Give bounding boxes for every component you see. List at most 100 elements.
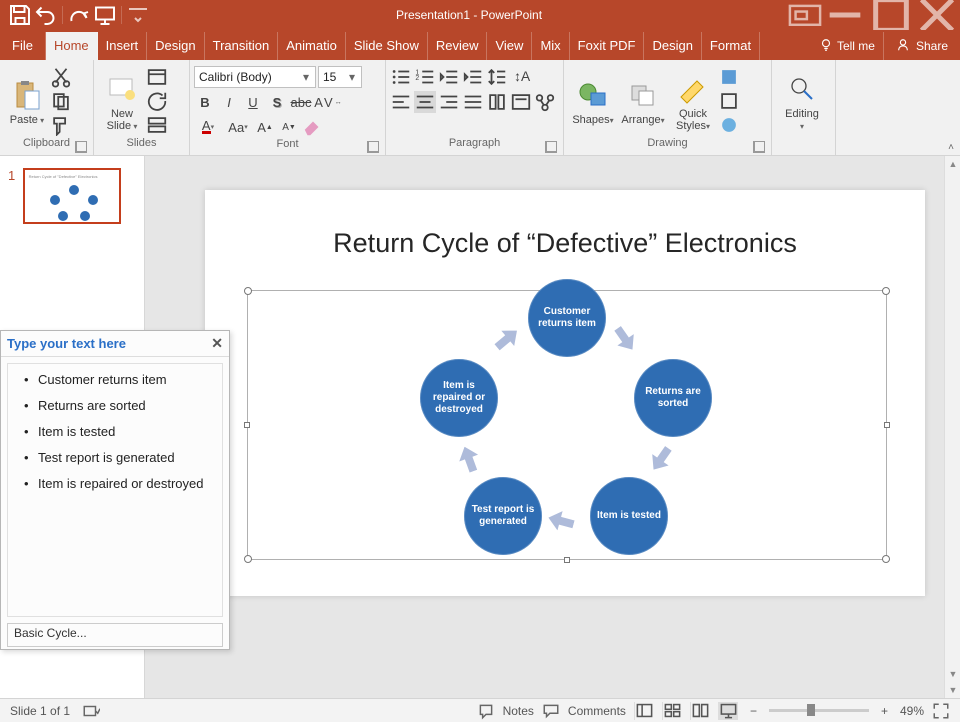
shape-effects-button[interactable] <box>718 114 740 136</box>
tab-mix[interactable]: Mix <box>532 32 569 60</box>
text-pane-item[interactable]: Returns are sorted <box>24 398 212 414</box>
scroll-down-icon[interactable]: ▼ <box>945 682 960 698</box>
align-left-button[interactable] <box>390 91 412 113</box>
font-color-button[interactable]: A▾ <box>194 116 222 138</box>
close-icon[interactable]: ✕ <box>211 335 223 352</box>
text-pane-item[interactable]: Customer returns item <box>24 372 212 388</box>
slide-show-icon[interactable] <box>718 702 738 720</box>
arrange-button[interactable]: Arrange▾ <box>618 75 668 127</box>
new-slide-button[interactable]: New Slide ▾ <box>98 69 146 133</box>
align-right-button[interactable] <box>438 91 460 113</box>
cycle-node-1[interactable]: Customer returns item <box>528 279 606 357</box>
shape-outline-button[interactable] <box>718 90 740 112</box>
qat-customize-icon[interactable] <box>126 3 150 27</box>
vertical-scrollbar[interactable]: ▲ ▼ ▼ <box>944 156 960 698</box>
notes-button[interactable]: Notes <box>503 704 534 718</box>
close-button[interactable] <box>914 0 960 30</box>
clear-formatting-button[interactable] <box>302 116 324 138</box>
tab-insert[interactable]: Insert <box>98 32 148 60</box>
tab-review[interactable]: Review <box>428 32 488 60</box>
underline-button[interactable]: U <box>242 91 264 113</box>
text-pane-item[interactable]: Item is tested <box>24 424 212 440</box>
justify-button[interactable] <box>462 91 484 113</box>
font-dialog-launcher[interactable] <box>367 141 379 153</box>
shadow-button[interactable]: S <box>266 91 288 113</box>
quick-styles-button[interactable]: Quick Styles▾ <box>668 69 718 133</box>
smartart-text-pane[interactable]: Type your text here ✕ Customer returns i… <box>0 330 230 650</box>
decrease-indent-button[interactable] <box>438 66 460 88</box>
scroll-up-icon[interactable]: ▲ <box>945 156 960 172</box>
decrease-font-button[interactable]: A▼ <box>278 116 300 138</box>
notes-icon[interactable] <box>477 702 495 720</box>
slide-thumbnail-1[interactable]: Return Cycle of "Defective" Electronics <box>23 168 121 224</box>
slide-title[interactable]: Return Cycle of “Defective” Electronics <box>205 228 925 259</box>
tab-smartart-design[interactable]: Design <box>644 32 701 60</box>
undo-icon[interactable] <box>34 3 58 27</box>
shapes-button[interactable]: Shapes▾ <box>568 75 618 127</box>
character-spacing-button[interactable]: AV↔ <box>314 91 342 113</box>
paste-button[interactable]: Paste ▾ <box>4 75 50 127</box>
slide-canvas-area[interactable]: Return Cycle of “Defective” Electronics … <box>145 156 960 698</box>
drawing-dialog-launcher[interactable] <box>753 141 765 153</box>
bold-button[interactable]: B <box>194 91 216 113</box>
zoom-out-button[interactable]: − <box>746 704 761 718</box>
align-text-button[interactable] <box>510 91 532 113</box>
bullets-button[interactable] <box>390 66 412 88</box>
normal-view-icon[interactable] <box>634 702 654 720</box>
tab-smartart-format[interactable]: Format <box>702 32 760 60</box>
zoom-in-button[interactable]: + <box>877 704 892 718</box>
share-button[interactable]: Share <box>883 32 960 60</box>
comments-icon[interactable] <box>542 702 560 720</box>
text-pane-item[interactable]: Item is repaired or destroyed <box>24 476 212 492</box>
tell-me[interactable]: Tell me <box>811 32 883 60</box>
tab-design[interactable]: Design <box>147 32 204 60</box>
strikethrough-button[interactable]: abc <box>290 91 312 113</box>
change-case-button[interactable]: Aa▾ <box>224 116 252 138</box>
tab-animations[interactable]: Animatio <box>278 32 346 60</box>
clipboard-dialog-launcher[interactable] <box>75 141 87 153</box>
align-center-button[interactable] <box>414 91 436 113</box>
section-icon[interactable] <box>146 114 168 136</box>
reset-icon[interactable] <box>146 90 168 112</box>
text-pane-item[interactable]: Test report is generated <box>24 450 212 466</box>
smartart-frame[interactable]: Customer returns item Returns are sorted… <box>247 290 887 560</box>
save-icon[interactable] <box>8 3 32 27</box>
numbering-button[interactable]: 12 <box>414 66 436 88</box>
spellcheck-icon[interactable] <box>82 702 100 720</box>
line-spacing-button[interactable] <box>486 66 508 88</box>
redo-icon[interactable] <box>67 3 91 27</box>
zoom-level[interactable]: 49% <box>900 704 924 718</box>
tab-home[interactable]: Home <box>46 32 98 60</box>
cut-icon[interactable] <box>50 66 72 88</box>
text-pane-body[interactable]: Customer returns item Returns are sorted… <box>7 363 223 617</box>
collapse-ribbon-icon[interactable]: ˄ <box>948 142 954 153</box>
minimize-button[interactable] <box>822 0 868 30</box>
comments-button[interactable]: Comments <box>568 704 626 718</box>
columns-button[interactable] <box>486 91 508 113</box>
fit-to-window-icon[interactable] <box>932 702 950 720</box>
tab-foxit-pdf[interactable]: Foxit PDF <box>570 32 645 60</box>
cycle-node-2[interactable]: Returns are sorted <box>634 359 712 437</box>
scroll-down-icon[interactable]: ▼ <box>945 666 960 682</box>
maximize-button[interactable] <box>868 0 914 30</box>
layout-icon[interactable] <box>146 66 168 88</box>
text-pane-footer[interactable]: Basic Cycle... <box>7 623 223 647</box>
increase-font-button[interactable]: A▲ <box>254 116 276 138</box>
start-from-beginning-icon[interactable] <box>93 3 117 27</box>
font-name-combo[interactable]: Calibri (Body)▾ <box>194 66 316 88</box>
format-painter-icon[interactable] <box>50 114 72 136</box>
tab-transitions[interactable]: Transition <box>205 32 279 60</box>
reading-view-icon[interactable] <box>690 702 710 720</box>
tab-slide-show[interactable]: Slide Show <box>346 32 428 60</box>
font-size-combo[interactable]: 15▾ <box>318 66 362 88</box>
italic-button[interactable]: I <box>218 91 240 113</box>
cycle-node-4[interactable]: Test report is generated <box>464 477 542 555</box>
paragraph-dialog-launcher[interactable] <box>545 141 557 153</box>
text-direction-button[interactable]: ↕A <box>510 66 532 88</box>
shape-fill-button[interactable] <box>718 66 740 88</box>
cycle-node-5[interactable]: Item is repaired or destroyed <box>420 359 498 437</box>
increase-indent-button[interactable] <box>462 66 484 88</box>
convert-smartart-button[interactable] <box>534 91 556 113</box>
slide-sorter-icon[interactable] <box>662 702 682 720</box>
zoom-slider[interactable] <box>769 709 869 712</box>
